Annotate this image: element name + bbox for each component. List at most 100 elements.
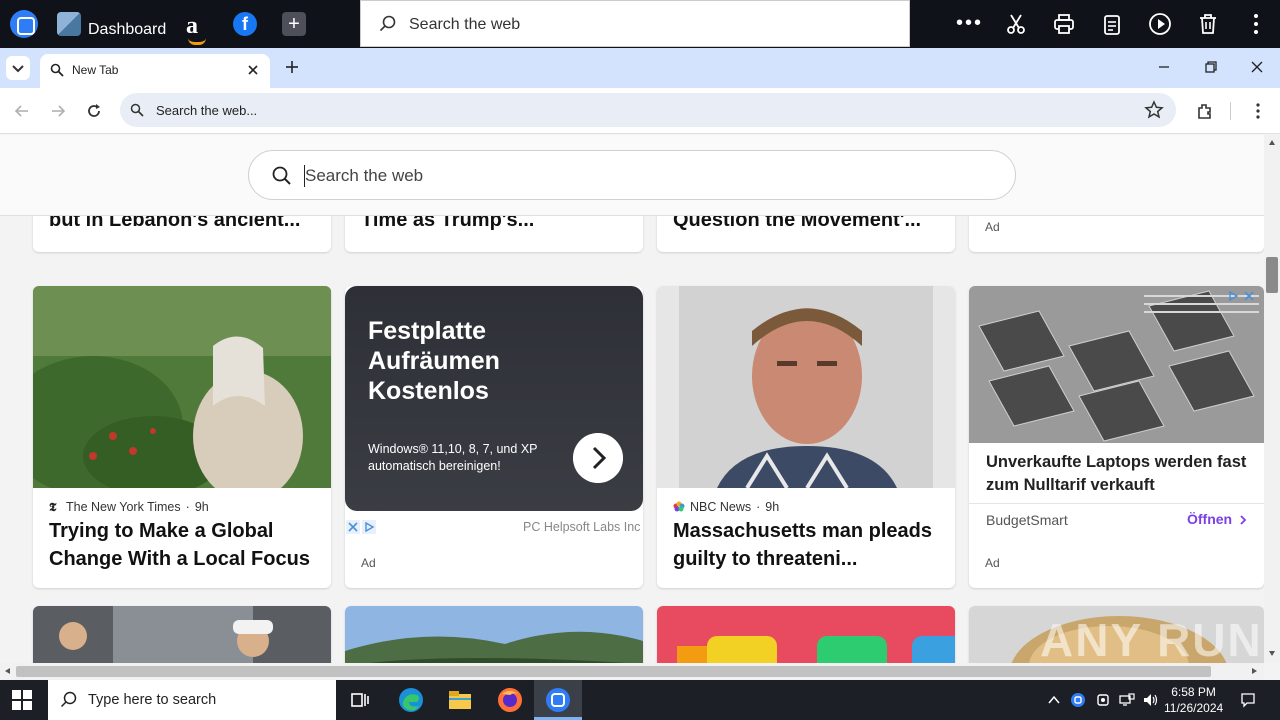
tray-chevron-up-icon[interactable] [1046, 692, 1062, 708]
ad-label: Ad [985, 556, 1000, 570]
news-card-bottom-2[interactable] [345, 606, 643, 663]
promo-title: Festplatte Aufräumen Kostenlos [368, 317, 500, 405]
top-toolbar: Dashboard a f + Search the web ••• [0, 0, 1280, 48]
news-card-nbc[interactable]: NBC News · 9h Massachusetts man pleads g… [657, 286, 955, 588]
new-tab-icon[interactable] [283, 58, 301, 76]
active-app-slot[interactable] [534, 680, 582, 720]
vertical-scrollbar[interactable] [1264, 135, 1280, 663]
source-age: 9h [765, 500, 780, 514]
source-separator: · [756, 500, 761, 514]
tray-app-icon[interactable] [1070, 692, 1086, 708]
tab-close-icon[interactable] [244, 61, 262, 79]
print-icon[interactable] [1052, 12, 1076, 36]
garden-photo [33, 286, 331, 488]
nyt-logo-icon: 𝕿 [49, 500, 57, 514]
amazon-icon[interactable]: a [186, 10, 208, 45]
forward-icon[interactable] [48, 101, 68, 121]
adchoices-icon[interactable] [346, 520, 378, 534]
system-clock[interactable]: 6:58 PM 11/26/2024 [1164, 684, 1223, 716]
chevron-right-icon [1240, 515, 1247, 525]
open-ad-button[interactable]: Öffnen [1187, 511, 1232, 527]
taskbar-search-icon [60, 691, 77, 708]
mugshot-photo [657, 286, 955, 488]
add-shortcut-icon[interactable]: + [282, 12, 306, 36]
network-icon[interactable] [1119, 692, 1135, 708]
omnibox-text: Search the web... [156, 103, 258, 118]
close-window-icon[interactable] [1248, 58, 1266, 76]
horizontal-scrollbar[interactable] [0, 663, 1264, 680]
horizontal-scroll-thumb[interactable] [16, 666, 1211, 677]
page-search-placeholder: Search the web [305, 166, 424, 185]
ad-card-laptops[interactable]: Unverkaufte Laptops werden fast zum Null… [969, 286, 1264, 588]
tab-search-icon [50, 63, 64, 77]
page-search-icon [272, 166, 291, 185]
clock-date: 11/26/2024 [1164, 701, 1224, 715]
facebook-icon[interactable]: f [233, 12, 257, 36]
firefox-icon[interactable] [496, 686, 524, 714]
tab-title: New Tab [72, 63, 119, 77]
back-icon[interactable] [12, 101, 32, 121]
scroll-right-icon[interactable] [1250, 667, 1258, 675]
trash-icon[interactable] [1196, 12, 1220, 36]
restore-icon[interactable] [1202, 58, 1220, 76]
scroll-up-icon[interactable] [1268, 139, 1276, 147]
scroll-down-icon[interactable] [1268, 649, 1276, 657]
source-name: The New York Times [66, 500, 181, 514]
more-icon[interactable]: ••• [956, 12, 981, 36]
notifications-icon[interactable] [1240, 692, 1256, 708]
toolbar-search-placeholder: Search the web [409, 16, 521, 33]
omnibox[interactable]: Search the web... [120, 93, 1176, 127]
card-headline: Trying to Make a Global Change With a Lo… [49, 520, 310, 570]
tab-search-chevron-icon[interactable] [6, 56, 30, 80]
news-card-bottom-3[interactable] [657, 606, 955, 663]
edge-icon[interactable] [397, 686, 425, 714]
ad-headline: Unverkaufte Laptops werden fast zum Null… [986, 453, 1247, 494]
dashboard-label[interactable]: Dashboard [88, 14, 166, 46]
minimize-icon[interactable] [1155, 58, 1173, 76]
colorful-photo [657, 606, 955, 663]
toolbar-divider [1230, 102, 1231, 120]
clipboard-icon[interactable] [1100, 12, 1124, 36]
ad-label: Ad [361, 556, 376, 570]
tab-new-tab[interactable]: New Tab [40, 54, 270, 88]
volume-icon[interactable] [1142, 692, 1158, 708]
tray-device-icon[interactable] [1095, 692, 1111, 708]
bookmark-star-icon[interactable] [1144, 100, 1164, 120]
ad-brand: BudgetSmart [986, 512, 1068, 528]
extensions-icon[interactable] [1195, 101, 1215, 121]
vertical-scroll-thumb[interactable] [1266, 257, 1278, 293]
new-tab-page: Search the web but in Lebanon's ancient.… [0, 135, 1264, 663]
taskbar-search-box[interactable]: Type here to search [48, 680, 336, 720]
adchoices-icon[interactable] [1226, 289, 1258, 303]
file-explorer-icon[interactable] [446, 686, 474, 714]
reload-icon[interactable] [84, 101, 104, 121]
card-source: NBC News · 9h [673, 500, 779, 514]
clock-time: 6:58 PM [1171, 685, 1216, 699]
news-card-bottom-1[interactable] [33, 606, 331, 663]
omnibox-search-icon [130, 103, 144, 117]
tab-strip: New Tab [0, 48, 1280, 88]
card-source: 𝕿 The New York Times · 9h [49, 500, 209, 514]
dashboard-icon[interactable] [57, 12, 81, 36]
sticky-search-header: Search the web [0, 135, 1264, 216]
promo-arrow-button[interactable] [573, 433, 623, 483]
laptops-photo [969, 286, 1264, 443]
toolbar-search-box[interactable]: Search the web [360, 0, 910, 47]
browser-menu-icon[interactable] [1248, 101, 1268, 121]
promo-subtitle: Windows® 11,10, 8, 7, und XP automatisch… [368, 442, 538, 473]
play-icon[interactable] [1148, 12, 1172, 36]
news-card-nyt[interactable]: 𝕿 The New York Times · 9h Trying to Make… [33, 286, 331, 588]
nbc-peacock-icon [673, 501, 685, 512]
cut-icon[interactable] [1004, 12, 1028, 36]
windows-start-icon[interactable] [12, 690, 32, 710]
page-search-box[interactable]: Search the web [248, 150, 1016, 200]
search-icon [379, 15, 396, 32]
task-view-icon[interactable] [346, 686, 374, 714]
app-icon [546, 688, 570, 712]
app-logo-icon[interactable] [10, 10, 38, 38]
windows-taskbar: Type here to search 6:58 PM 11/26/2024 [0, 680, 1280, 720]
scroll-left-icon[interactable] [4, 667, 12, 675]
kebab-menu-icon[interactable] [1244, 12, 1268, 36]
source-separator: · [185, 500, 190, 514]
promo-banner[interactable]: Festplatte Aufräumen Kostenlos Windows® … [345, 286, 643, 511]
